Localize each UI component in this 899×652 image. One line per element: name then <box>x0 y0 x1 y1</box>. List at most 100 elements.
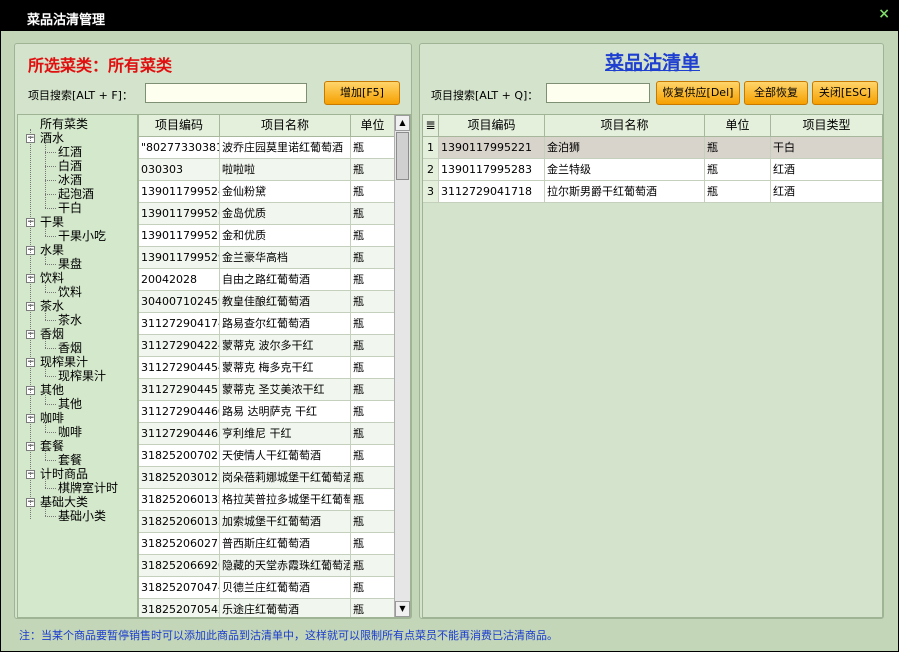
close-button[interactable]: 关闭[ESC] <box>812 81 878 105</box>
tree-node[interactable]: 香烟 <box>40 327 64 341</box>
tree-connector <box>30 129 31 519</box>
tree-connector <box>45 507 46 516</box>
table-row[interactable]: 311272904454 蒙蒂克 梅多克干红瓶 <box>139 357 395 379</box>
item-code-cell: 3112729041718 <box>439 181 545 202</box>
tree-node[interactable]: 咖啡 <box>58 425 82 439</box>
item-grid-scrollbar[interactable]: ▲ ▼ <box>394 115 410 617</box>
table-row[interactable]: 318252007027 天使情人干红葡萄酒瓶 <box>139 445 395 467</box>
item-unit-cell: 瓶 <box>351 467 395 488</box>
column-header-code[interactable]: 项目编码 <box>439 115 545 136</box>
table-row[interactable]: 1 1390117995221 金泊狮瓶干白 <box>423 137 882 159</box>
table-row[interactable]: 3 3112729041718 拉尔斯男爵干红葡萄酒瓶红酒 <box>423 181 882 203</box>
item-unit-cell: 瓶 <box>351 225 395 246</box>
tree-node[interactable]: 其他 <box>40 383 64 397</box>
table-row[interactable]: 318252066920 隐藏的天堂赤霞珠红葡萄酒瓶 <box>139 555 395 577</box>
tree-node[interactable]: 红酒 <box>58 145 82 159</box>
table-row[interactable]: 139011799529 金兰豪华高档瓶 <box>139 247 395 269</box>
tree-connector <box>45 194 56 195</box>
item-code-cell: 318252070474 <box>139 577 220 598</box>
tree-node[interactable]: 白酒 <box>58 159 82 173</box>
table-row[interactable]: 311272904463 亨利维尼 干红瓶 <box>139 423 395 445</box>
restore-supply-button[interactable]: 恢复供应[Del] <box>656 81 740 105</box>
help-note: 注：当某个商品要暂停销售时可以添加此商品到沽清单中，这样就可以限制所有点菜员不能… <box>19 629 558 642</box>
column-header-name[interactable]: 项目名称 <box>220 115 351 136</box>
column-header-unit[interactable]: 单位 <box>351 115 395 136</box>
item-code-cell: 304007102459 <box>139 291 220 312</box>
tree-node[interactable]: 套餐 <box>58 453 82 467</box>
tree-node[interactable]: 香烟 <box>58 341 82 355</box>
tree-node[interactable]: 饮料 <box>58 285 82 299</box>
tree-node[interactable]: 套餐 <box>40 439 64 453</box>
tree-node[interactable]: 茶水 <box>40 299 64 313</box>
add-button[interactable]: 增加[F5] <box>324 81 400 105</box>
tree-node[interactable]: 干白 <box>58 201 82 215</box>
tree-node[interactable]: 果盘 <box>58 257 82 271</box>
scroll-up-icon[interactable]: ▲ <box>395 115 410 131</box>
item-code-cell: 318252060271 <box>139 533 220 554</box>
tree-node[interactable]: 饮料 <box>40 271 64 285</box>
close-icon[interactable]: × <box>878 6 890 22</box>
tree-node[interactable]: 所有菜类 <box>40 117 88 131</box>
list-search-input[interactable] <box>546 83 650 103</box>
tree-node[interactable]: 起泡酒 <box>58 187 94 201</box>
item-name-cell: 金泊狮 <box>545 137 705 158</box>
tree-node[interactable]: 冰酒 <box>58 173 82 187</box>
scroll-thumb[interactable] <box>396 132 409 180</box>
table-row[interactable]: 311272904174 路易查尔红葡萄酒瓶 <box>139 313 395 335</box>
table-row[interactable]: 304007102459 教皇佳酿红葡萄酒瓶 <box>139 291 395 313</box>
item-code-cell: 318252060135 <box>139 511 220 532</box>
column-header-unit[interactable]: 单位 <box>705 115 771 136</box>
table-row[interactable]: 311272904460 路易 达明萨克 干红瓶 <box>139 401 395 423</box>
table-row[interactable]: 318252060132 格拉芙普拉多城堡干红葡萄酒瓶 <box>139 489 395 511</box>
tree-node[interactable]: 茶水 <box>58 313 82 327</box>
item-unit-cell: 瓶 <box>705 159 771 180</box>
table-row[interactable]: 318252070474 贝德兰庄红葡萄酒瓶 <box>139 577 395 599</box>
tree-node[interactable]: 干果 <box>40 215 64 229</box>
tree-node[interactable]: 棋牌室计时 <box>58 481 118 495</box>
table-row[interactable]: 311272904457 蒙蒂克 圣艾美浓干红瓶 <box>139 379 395 401</box>
item-code-cell: "80277330381 <box>139 137 220 158</box>
scroll-down-icon[interactable]: ▼ <box>395 601 410 617</box>
tree-node[interactable]: 水果 <box>40 243 64 257</box>
table-row[interactable]: 318252070542 乐途庄红葡萄酒瓶 <box>139 599 395 617</box>
column-header-name[interactable]: 项目名称 <box>545 115 705 136</box>
selected-category-label: 所选菜类：所有菜类 <box>28 56 173 75</box>
tree-node[interactable]: 现榨果汁 <box>40 355 88 369</box>
table-row[interactable]: 20042028 自由之路红葡萄酒瓶 <box>139 269 395 291</box>
table-row[interactable]: 139011799526 金岛优质瓶 <box>139 203 395 225</box>
restore-all-button[interactable]: 全部恢复 <box>744 81 808 105</box>
table-row[interactable]: "80277330381 波乔庄园莫里诺红葡萄酒瓶 <box>139 137 395 159</box>
tree-connector <box>45 255 46 264</box>
tree-connector <box>45 152 56 153</box>
tree-node[interactable]: 干果小吃 <box>58 229 106 243</box>
table-row[interactable]: 030303 啦啦啦瓶 <box>139 159 395 181</box>
tree-node[interactable]: 咖啡 <box>40 411 64 425</box>
item-name-cell: 路易查尔红葡萄酒 <box>220 313 351 334</box>
item-unit-cell: 瓶 <box>351 247 395 268</box>
table-row[interactable]: 139011799524 金仙粉黛瓶 <box>139 181 395 203</box>
table-row[interactable]: 311272904224 蒙蒂克 波尔多干红瓶 <box>139 335 395 357</box>
item-code-cell: 318252030122 <box>139 467 220 488</box>
tree-node[interactable]: 现榨果汁 <box>58 369 106 383</box>
tree-connector <box>45 320 56 321</box>
tree-node[interactable]: 其他 <box>58 397 82 411</box>
tree-node[interactable]: 计时商品 <box>40 467 88 481</box>
column-header-code[interactable]: 项目编码 <box>139 115 220 136</box>
table-row[interactable]: 318252030122 岗朵蓓莉娜城堡干红葡萄酒瓶 <box>139 467 395 489</box>
sold-out-grid[interactable]: ≣ 项目编码 项目名称 单位 项目类型 1 1390117995221 金泊狮瓶干白… <box>422 114 883 618</box>
tree-node[interactable]: 基础大类 <box>40 495 88 509</box>
item-code-cell: 139011799529 <box>139 247 220 268</box>
column-header-type[interactable]: 项目类型 <box>771 115 882 136</box>
item-search-input[interactable] <box>145 83 307 103</box>
item-name-cell: 天使情人干红葡萄酒 <box>220 445 351 466</box>
tree-node[interactable]: 基础小类 <box>58 509 106 523</box>
table-row[interactable]: 318252060271 普西斯庄红葡萄酒瓶 <box>139 533 395 555</box>
category-tree[interactable]: 所有菜类 酒水 − 红酒 白酒 冰酒 起泡酒 干白 干果 − 干果小吃 水果 − 果盘 饮料 − 饮料 茶水 − 茶水… <box>17 114 138 618</box>
tree-connector <box>45 423 46 432</box>
item-name-cell: 蒙蒂克 梅多克干红 <box>220 357 351 378</box>
table-row[interactable]: 139011799527 金和优质瓶 <box>139 225 395 247</box>
tree-node[interactable]: 酒水 <box>40 131 64 145</box>
item-grid[interactable]: 项目编码 项目名称 单位 "80277330381 波乔庄园莫里诺红葡萄酒瓶 030… <box>138 114 411 618</box>
table-row[interactable]: 318252060135 加索城堡干红葡萄酒瓶 <box>139 511 395 533</box>
table-row[interactable]: 2 1390117995283 金兰特级瓶红酒 <box>423 159 882 181</box>
